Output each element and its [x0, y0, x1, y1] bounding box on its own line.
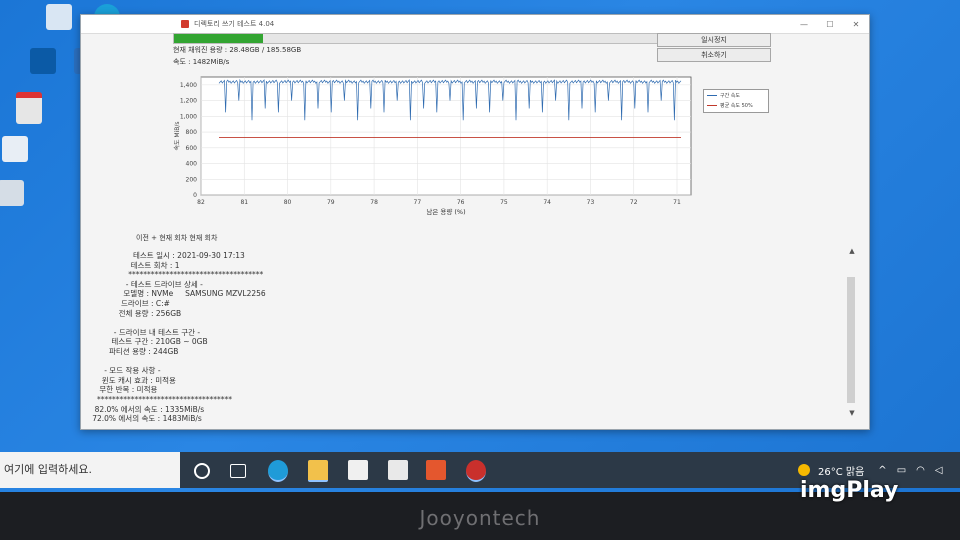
- x-tick-label: 78: [370, 199, 378, 206]
- log-line: 드라이브 : C:#: [121, 298, 170, 308]
- window-title: 디렉토리 쓰기 테스트 4.04: [194, 20, 275, 28]
- y-tick-label: 1,200: [180, 98, 197, 105]
- scroll-up-icon[interactable]: ▲: [847, 247, 857, 255]
- log-line: 모델명 : NVMe SAMSUNG MZVL2256: [123, 289, 266, 299]
- x-tick-label: 79: [327, 199, 335, 206]
- legend-speed: 구간 속도: [720, 92, 740, 99]
- search-placeholder: 여기에 입력하세요.: [4, 463, 92, 476]
- y-tick-label: 800: [186, 129, 198, 136]
- plot-area: [200, 76, 692, 196]
- capacity-label: 현재 채워진 용량 : 28.48GB / 185.58GB: [173, 46, 302, 54]
- scroll-thumb[interactable]: [847, 277, 855, 403]
- y-tick-label: 0: [193, 192, 197, 199]
- log-line: - 드라이브 내 테스트 구간 -: [113, 327, 201, 337]
- desktop-icon-app4[interactable]: [0, 180, 34, 206]
- app-icon: [30, 48, 56, 74]
- speed-label: 속도 : 1482MiB/s: [173, 58, 230, 66]
- cancel-button[interactable]: 취소하기: [657, 48, 771, 62]
- log-line: 테스트 구간 : 210GB ~ 0GB: [111, 337, 208, 347]
- minimize-icon[interactable]: —: [791, 20, 817, 29]
- weather-icon[interactable]: [798, 464, 810, 476]
- close-icon[interactable]: ✕: [843, 20, 869, 29]
- weather-text[interactable]: 26°C 맑음: [818, 463, 864, 478]
- pdf-icon: [16, 92, 42, 124]
- log-line: 파티션 용량 : 244GB: [109, 346, 179, 356]
- log-line: - 테스트 드라이브 상세 -: [125, 279, 203, 289]
- x-tick-label: 81: [240, 199, 248, 206]
- watermark-logo: imgPlay: [800, 478, 899, 503]
- log-line: 윈도 캐시 효과 : 미적용: [101, 375, 176, 385]
- legend-average: 평균 속도 50%: [720, 102, 753, 109]
- desktop-screen: 디렉토리 쓰기 테스트 4.04 — ☐ ✕ 현재 채워진 용량 : 28.48…: [0, 0, 960, 492]
- computer-icon: [46, 4, 72, 30]
- x-tick-label: 74: [543, 199, 551, 206]
- speed-chart: 0 200 400 600 800 1,000 1,200 1,400 82 81 80 79 78 77…: [171, 73, 771, 233]
- app-window: 디렉토리 쓰기 테스트 4.04 — ☐ ✕ 현재 채워진 용량 : 28.48…: [80, 14, 870, 430]
- x-tick-label: 76: [457, 199, 465, 206]
- window-titlebar: 디렉토리 쓰기 테스트 4.04 — ☐ ✕: [81, 15, 869, 34]
- y-tick-label: 400: [186, 161, 198, 168]
- chart-legend: 구간 속도 평균 속도 50%: [703, 89, 769, 113]
- desktop-icon-pc[interactable]: [36, 4, 82, 30]
- log-scrollbar[interactable]: ▲ ▼: [847, 247, 857, 417]
- wifi-icon[interactable]: ◠: [916, 465, 925, 476]
- log-line: 82.0% 에서의 속도 : 1335MiB/s: [94, 404, 205, 414]
- speed-chart-svg: 0 200 400 600 800 1,000 1,200 1,400 82 81 80 79 78 77…: [173, 76, 692, 216]
- x-tick-label: 75: [500, 199, 508, 206]
- x-tick-label: 80: [284, 199, 292, 206]
- cortana-icon[interactable]: [194, 463, 210, 479]
- log-line: 72.0% 에서의 속도 : 1483MiB/s: [92, 414, 202, 424]
- log-line: 테스트 일시 : 2021-09-30 17:13: [133, 251, 245, 260]
- file-explorer-icon[interactable]: [308, 460, 328, 482]
- result-tabs[interactable]: 이전 + 현재 회차 현재 회차: [136, 233, 217, 243]
- desktop-icon-app3[interactable]: [0, 136, 38, 162]
- desktop-icon-app1[interactable]: [20, 48, 66, 74]
- log-line: 무한 반복 : 미적용: [99, 385, 158, 395]
- x-tick-label: 77: [414, 199, 422, 206]
- progress-fill: [174, 34, 263, 43]
- log-line: - 모드 작용 사항 -: [104, 366, 161, 376]
- log-line: 테스트 회차 : 1: [130, 260, 180, 270]
- app-logo-icon: [181, 20, 189, 28]
- x-tick-label: 72: [630, 199, 638, 206]
- store-icon[interactable]: [348, 460, 368, 480]
- taskbar-search[interactable]: 여기에 입력하세요.: [0, 452, 180, 488]
- y-tick-label: 200: [186, 176, 198, 183]
- y-tick-label: 600: [186, 145, 198, 152]
- y-tick-label: 1,000: [180, 113, 197, 120]
- volume-icon[interactable]: ◁: [935, 465, 943, 476]
- scroll-down-icon[interactable]: ▼: [847, 409, 857, 417]
- tray-chevron-icon[interactable]: ^: [878, 465, 886, 476]
- app-icon: [0, 180, 24, 206]
- network-icon[interactable]: ▭: [897, 465, 906, 476]
- app-icon: [2, 136, 28, 162]
- y-axis-label: 속도 MiB/s: [173, 121, 181, 150]
- monitor-brand: Jooyontech: [419, 506, 541, 530]
- test-log: 테스트 일시 : 2021-09-30 17:13 테스트 회차 : 1 *****…: [81, 251, 813, 424]
- x-tick-label: 73: [587, 199, 595, 206]
- log-line: 전체 용량 : 256GB: [118, 308, 182, 318]
- log-line: ************************************: [128, 270, 264, 280]
- x-tick-label: 82: [197, 199, 205, 206]
- log-line: ************************************: [97, 394, 232, 404]
- y-tick-label: 1,400: [180, 82, 197, 89]
- maximize-icon[interactable]: ☐: [817, 20, 843, 29]
- x-axis-label: 남은 용량 (%): [426, 207, 465, 216]
- pause-button[interactable]: 일시정지: [657, 33, 771, 47]
- office-icon[interactable]: [426, 460, 446, 480]
- desktop-icon-pdf[interactable]: [6, 92, 52, 124]
- edge-taskbar-icon[interactable]: [268, 460, 288, 482]
- x-tick-label: 71: [673, 199, 681, 206]
- mail-icon[interactable]: [388, 460, 408, 480]
- task-view-icon[interactable]: [230, 464, 246, 478]
- test-app-taskbar-icon[interactable]: [466, 460, 486, 482]
